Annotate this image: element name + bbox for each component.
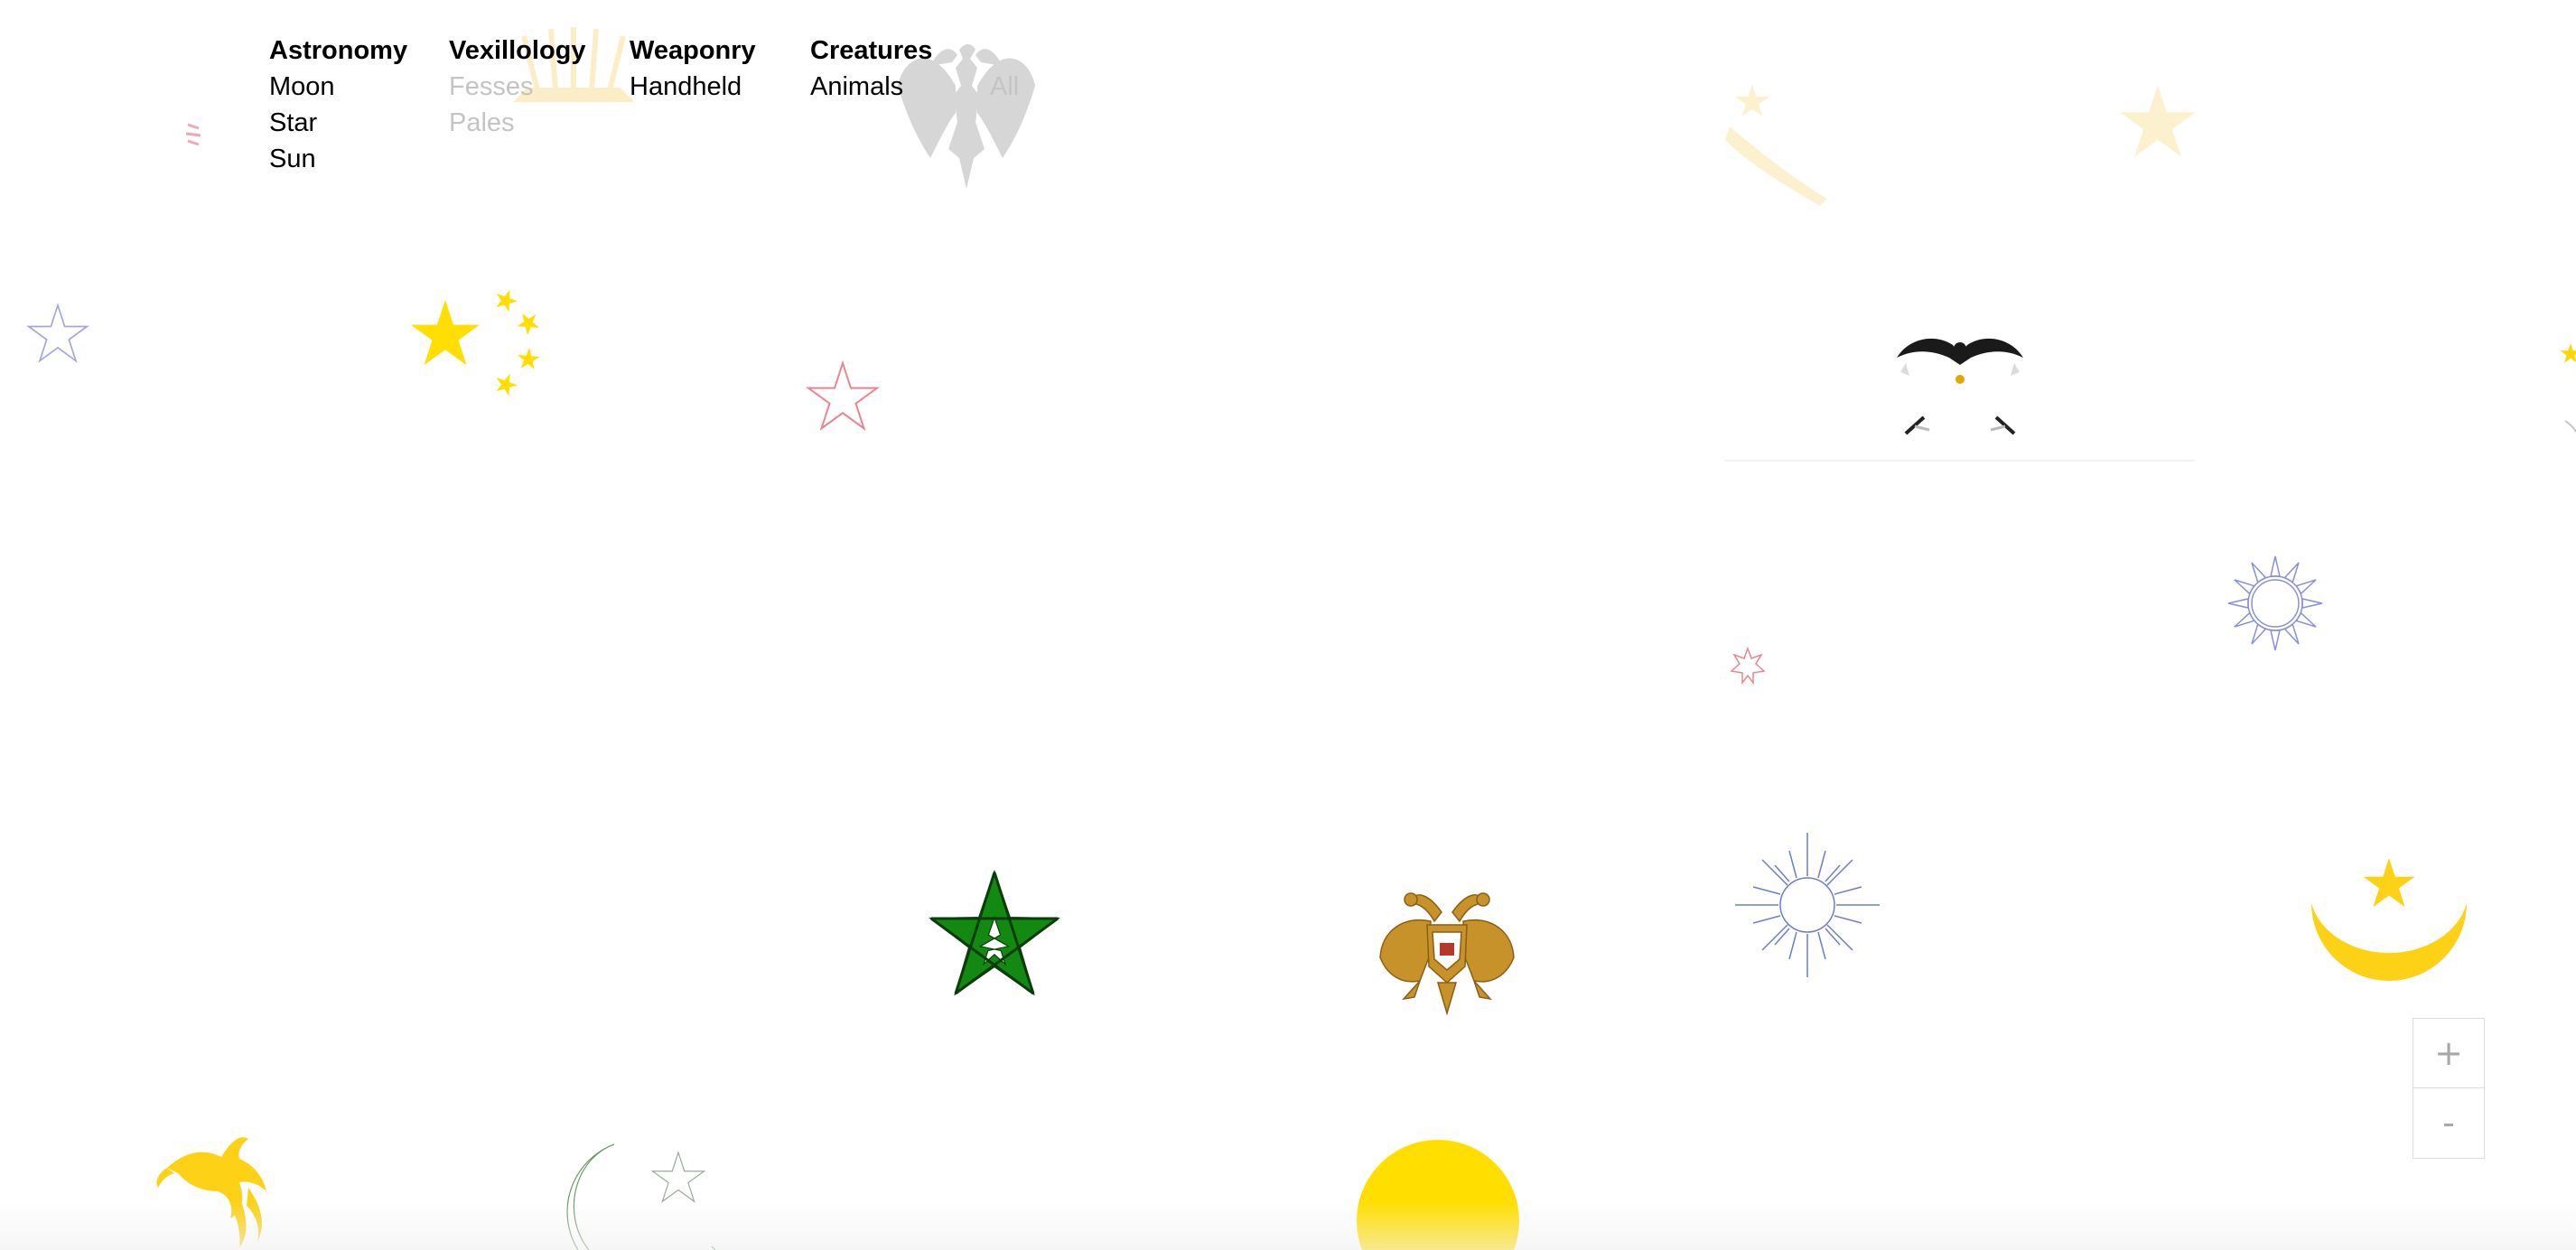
faded-star-machete-icon — [1725, 84, 1827, 206]
nav-item-handheld[interactable]: Handheld — [630, 69, 756, 105]
partial-symbol-icon — [2560, 343, 2576, 433]
blue-sun-outline-icon[interactable] — [2227, 555, 2323, 651]
pink-marks-icon — [185, 123, 201, 146]
chinese-stars-icon[interactable] — [410, 285, 545, 398]
nav-item-sun[interactable]: Sun — [269, 141, 407, 177]
outline-star-blue-icon[interactable] — [29, 305, 88, 361]
yellow-disc-icon[interactable] — [1357, 1140, 1519, 1250]
nav-item-animals[interactable]: Animals — [810, 69, 932, 105]
golden-eagle-icon[interactable] — [1379, 892, 1515, 1016]
black-eagle-icon[interactable] — [1725, 338, 2195, 462]
nav-item-all[interactable]: All — [990, 69, 1019, 105]
nav-item-fesses[interactable]: Fesses — [449, 69, 586, 105]
symbol-canvas[interactable]: Astronomy Moon Star Sun Vexillology Fess… — [0, 0, 2576, 1250]
zoom-in-button[interactable]: + — [2413, 1019, 2484, 1087]
outline-star-pink-icon[interactable] — [808, 363, 877, 428]
zoom-out-button[interactable]: - — [2413, 1087, 2484, 1157]
zoom-controls: + - — [2413, 1018, 2485, 1159]
nav-heading-creatures[interactable]: Creatures — [810, 33, 932, 69]
symbols-layer — [0, 27, 2576, 1250]
nav-heading-astronomy[interactable]: Astronomy — [269, 33, 407, 69]
nav-heading-vexillology[interactable]: Vexillology — [449, 33, 586, 69]
nav-group-weaponry: Weaponry Handheld — [630, 33, 756, 105]
nav-heading-weaponry[interactable]: Weaponry — [630, 33, 756, 69]
crescent-star-icon[interactable] — [2311, 858, 2467, 981]
nav-item-pales[interactable]: Pales — [449, 105, 586, 141]
nav-item-moon[interactable]: Moon — [269, 69, 407, 105]
nav-item-star[interactable]: Star — [269, 105, 407, 141]
nav-group-vexillology: Vexillology Fesses Pales — [449, 33, 586, 141]
nav-group-creatures: Creatures Animals — [810, 33, 932, 105]
faded-star-icon — [2120, 85, 2196, 157]
small-pink-star-icon[interactable] — [1730, 646, 1766, 686]
outline-crescent-star-icon[interactable] — [566, 1144, 715, 1250]
nav-group-astronomy: Astronomy Moon Star Sun — [269, 33, 407, 177]
bird-of-paradise-icon[interactable] — [156, 1137, 266, 1247]
blue-starburst-icon[interactable] — [1735, 833, 1880, 977]
moroccan-pentagram-icon[interactable] — [929, 869, 1060, 996]
